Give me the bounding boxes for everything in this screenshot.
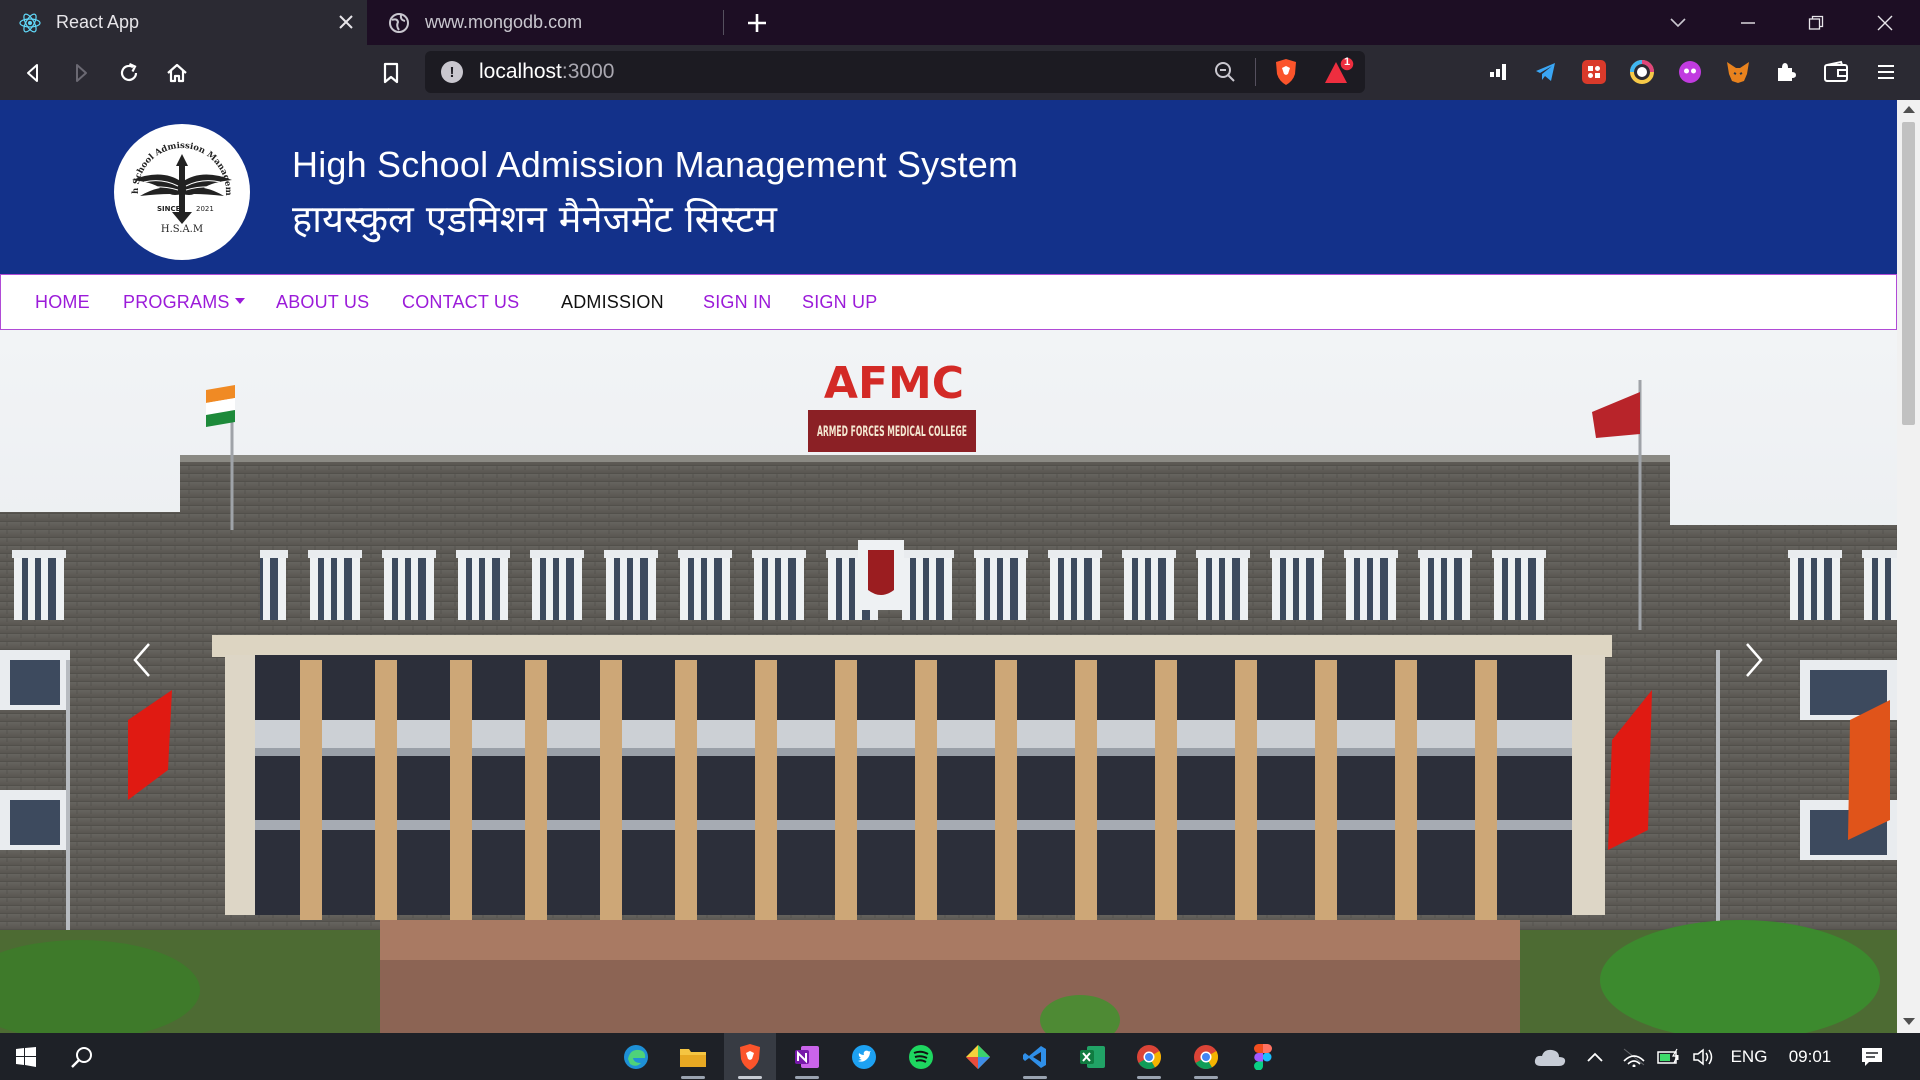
site-logo[interactable]: High School Admission Management SINCE 2…	[110, 117, 250, 260]
list-all-tabs-icon[interactable]	[1663, 8, 1693, 38]
tab-title: React App	[56, 12, 140, 32]
rewards-badge: 1	[1343, 56, 1351, 68]
site-info-icon[interactable]: !	[441, 61, 463, 83]
gitkraken-icon[interactable]	[952, 1033, 1004, 1080]
running-indicator	[1137, 1076, 1161, 1079]
metamask-fox-icon[interactable]	[1724, 58, 1752, 86]
college-building-image: ARMED FORCES MEDICAL COLLEGE AFMC	[0, 330, 1897, 1033]
onedrive-cloud-icon[interactable]	[1528, 1033, 1572, 1080]
nav-home[interactable]: HOME	[35, 275, 90, 329]
excel-icon[interactable]	[1066, 1033, 1118, 1080]
nav-about-us[interactable]: ABOUT US	[276, 275, 369, 329]
battery-icon[interactable]	[1654, 1033, 1686, 1080]
telegram-icon[interactable]	[1532, 58, 1560, 86]
site-header: High School Admission Management SINCE 2…	[0, 100, 1897, 274]
close-window-icon[interactable]	[1870, 8, 1900, 38]
hero-afmc-sign: AFMC	[824, 358, 964, 409]
show-hidden-icons-chevron-icon[interactable]	[1580, 1033, 1610, 1080]
browser-toolbar: ! localhost:3000 1	[0, 45, 1920, 100]
restore-icon[interactable]	[1801, 8, 1831, 38]
extension-red-icon[interactable]	[1580, 58, 1608, 86]
close-tab-icon[interactable]	[335, 11, 357, 33]
extensions-puzzle-icon[interactable]	[1772, 58, 1800, 86]
volume-icon[interactable]	[1688, 1033, 1720, 1080]
twitter-icon[interactable]	[838, 1033, 890, 1080]
reload-icon[interactable]	[114, 58, 144, 88]
edge-icon[interactable]	[610, 1033, 662, 1080]
running-indicator	[1023, 1076, 1047, 1079]
tab-title: www.mongodb.com	[425, 12, 583, 32]
minimize-icon[interactable]	[1733, 8, 1763, 38]
scroll-up-icon[interactable]	[1903, 106, 1915, 113]
nav-sign-in[interactable]: SIGN IN	[703, 275, 771, 329]
forward-icon[interactable]	[66, 58, 96, 88]
scroll-thumb[interactable]	[1902, 122, 1915, 425]
site-title-hindi: हायस्कुल एडमिशन मैनेजमेंट सिस्टम	[292, 197, 777, 241]
chrome-icon[interactable]	[1123, 1033, 1175, 1080]
bookmark-icon[interactable]	[376, 58, 406, 88]
hero-sub-sign: ARMED FORCES MEDICAL COLLEGE	[817, 424, 967, 440]
logo-since: SINCE	[157, 205, 181, 213]
tab-separator	[723, 10, 724, 35]
windows-taskbar: ENG 09:01	[0, 1033, 1920, 1080]
scroll-down-icon[interactable]	[1903, 1018, 1915, 1025]
figma-icon[interactable]	[1237, 1033, 1289, 1080]
wifi-icon[interactable]	[1618, 1033, 1650, 1080]
windows-start-icon[interactable]	[0, 1033, 52, 1080]
address-bar[interactable]: ! localhost:3000 1	[425, 51, 1365, 93]
new-tab-icon[interactable]	[744, 10, 770, 36]
logo-year: 2021	[196, 205, 214, 213]
nav-admission[interactable]: ADMISSION	[561, 275, 664, 329]
brave-shields-icon[interactable]	[1273, 58, 1299, 91]
wallet-icon[interactable]	[1822, 58, 1850, 86]
main-navbar: HOME PROGRAMS ABOUT US CONTACT US ADMISS…	[0, 274, 1897, 330]
nav-sign-up[interactable]: SIGN UP	[802, 275, 877, 329]
color-ring-icon[interactable]	[1628, 58, 1656, 86]
signal-extension-icon[interactable]	[1484, 58, 1512, 86]
vscode-icon[interactable]	[1009, 1033, 1061, 1080]
carousel-next-icon[interactable]	[1734, 630, 1774, 690]
brave-browser-icon[interactable]	[724, 1033, 776, 1080]
running-indicator	[1194, 1076, 1218, 1079]
menu-icon[interactable]	[1872, 58, 1900, 86]
search-icon[interactable]	[56, 1033, 108, 1080]
caret-down-icon	[234, 298, 245, 304]
tab-strip: React App www.mongodb.com	[0, 0, 1920, 45]
running-indicator	[681, 1076, 705, 1079]
globe-icon	[387, 11, 411, 35]
url-text: localhost:3000	[479, 60, 615, 83]
nav-programs-dropdown[interactable]: PROGRAMS	[123, 275, 245, 329]
brave-rewards-icon[interactable]: 1	[1322, 56, 1356, 91]
back-icon[interactable]	[18, 58, 48, 88]
chrome-profile-icon[interactable]	[1180, 1033, 1232, 1080]
notifications-icon[interactable]	[1850, 1033, 1894, 1080]
carousel-prev-icon[interactable]	[122, 630, 162, 690]
page-scrollbar[interactable]	[1897, 100, 1920, 1033]
zoom-icon[interactable]	[1213, 60, 1237, 89]
site-title: High School Admission Management System	[292, 144, 1019, 185]
file-explorer-icon[interactable]	[667, 1033, 719, 1080]
running-indicator	[738, 1076, 762, 1079]
clock-time[interactable]: 09:01	[1780, 1033, 1840, 1080]
running-indicator	[795, 1076, 819, 1079]
nav-contact-us[interactable]: CONTACT US	[402, 275, 519, 329]
input-language[interactable]: ENG	[1726, 1033, 1772, 1080]
onenote-icon[interactable]	[781, 1033, 833, 1080]
hero-carousel: ARMED FORCES MEDICAL COLLEGE AFMC	[0, 330, 1897, 1033]
page-viewport: High School Admission Management SINCE 2…	[0, 100, 1897, 1033]
home-icon[interactable]	[162, 58, 192, 88]
spotify-icon[interactable]	[895, 1033, 947, 1080]
urlbar-separator	[1255, 58, 1256, 86]
purple-extension-icon[interactable]	[1676, 58, 1704, 86]
react-icon	[18, 11, 42, 35]
logo-abbr: H.S.A.M	[161, 224, 203, 235]
tab-mongodb[interactable]: www.mongodb.com	[369, 0, 724, 45]
tab-react-app[interactable]: React App	[0, 0, 367, 45]
